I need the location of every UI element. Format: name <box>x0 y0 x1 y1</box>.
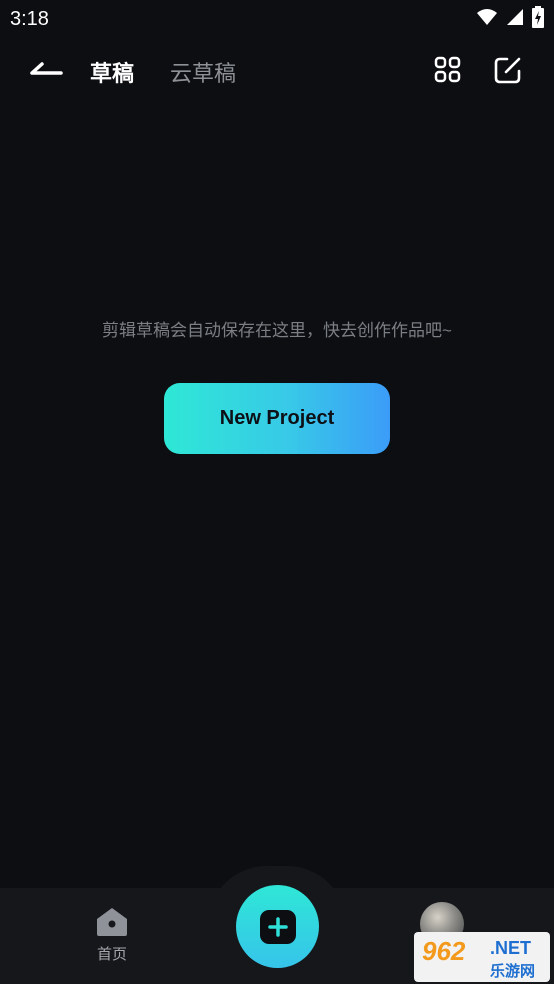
status-time: 3:18 <box>10 8 49 30</box>
system-icons <box>476 6 544 28</box>
new-project-button[interactable]: New Project <box>164 383 390 454</box>
grid-icon <box>434 56 461 83</box>
create-fab-button[interactable] <box>236 885 319 968</box>
edit-icon <box>494 57 521 84</box>
nav-home-label: 首页 <box>96 946 127 963</box>
back-button[interactable] <box>28 54 66 84</box>
status-bar: 3:18 <box>0 0 554 38</box>
tab-cloud-drafts[interactable]: 云草稿 <box>170 56 236 88</box>
home-icon <box>97 908 127 936</box>
watermark-cn: 乐游网 <box>490 963 536 980</box>
empty-state-message: 剪辑草稿会自动保存在这里，快去创作作品吧~ <box>102 321 452 340</box>
grid-view-button[interactable] <box>432 54 464 86</box>
watermark-number: 962 <box>422 936 466 966</box>
watermark-net: .NET <box>490 938 532 958</box>
battery-icon <box>532 6 544 28</box>
wifi-icon <box>477 9 497 25</box>
watermark-logo: 962 .NET 乐游网 <box>414 932 550 982</box>
nav-home[interactable]: 首页 <box>78 905 146 967</box>
signal-icon <box>507 9 523 25</box>
plus-icon <box>259 909 296 944</box>
tab-drafts[interactable]: 草稿 <box>90 56 134 88</box>
edit-button[interactable] <box>492 54 524 86</box>
back-icon <box>30 62 63 75</box>
top-bar: 草稿 云草稿 <box>0 42 554 96</box>
